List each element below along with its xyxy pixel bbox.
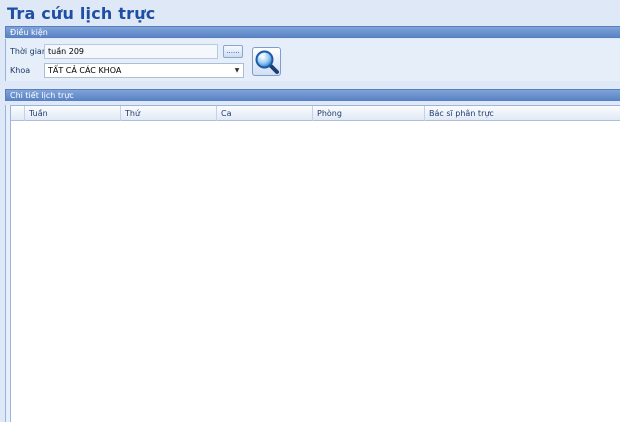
chevron-down-icon[interactable]: ▼ — [233, 65, 241, 76]
time-label: Thời gian — [10, 47, 47, 56]
grid-row-indicator-header[interactable] — [11, 106, 25, 121]
column-header-day[interactable]: Thứ — [121, 106, 217, 121]
time-picker-button[interactable]: ...... — [223, 45, 243, 58]
dept-select[interactable]: TẤT CẢ CÁC KHOA ▼ — [44, 63, 244, 78]
time-input[interactable]: tuần 209 — [44, 44, 218, 59]
page-title: Tra cứu lịch trực — [7, 4, 156, 23]
conditions-header: Điều kiện — [5, 26, 620, 38]
column-header-doctor[interactable]: Bác sĩ phân trực — [425, 106, 620, 121]
column-header-shift[interactable]: Ca — [217, 106, 313, 121]
column-header-room[interactable]: Phòng — [313, 106, 425, 121]
grid-header-row: Tuần Thứ Ca Phòng Bác sĩ phân trực — [11, 106, 620, 121]
dept-select-value: TẤT CẢ CÁC KHOA — [48, 66, 122, 75]
details-header: Chi tiết lịch trực — [5, 89, 620, 101]
search-button[interactable] — [252, 47, 281, 76]
schedule-grid[interactable]: Tuần Thứ Ca Phòng Bác sĩ phân trực — [10, 105, 620, 422]
dept-label: Khoa — [10, 66, 31, 75]
column-header-week[interactable]: Tuần — [25, 106, 121, 121]
magnifier-icon — [255, 50, 279, 74]
